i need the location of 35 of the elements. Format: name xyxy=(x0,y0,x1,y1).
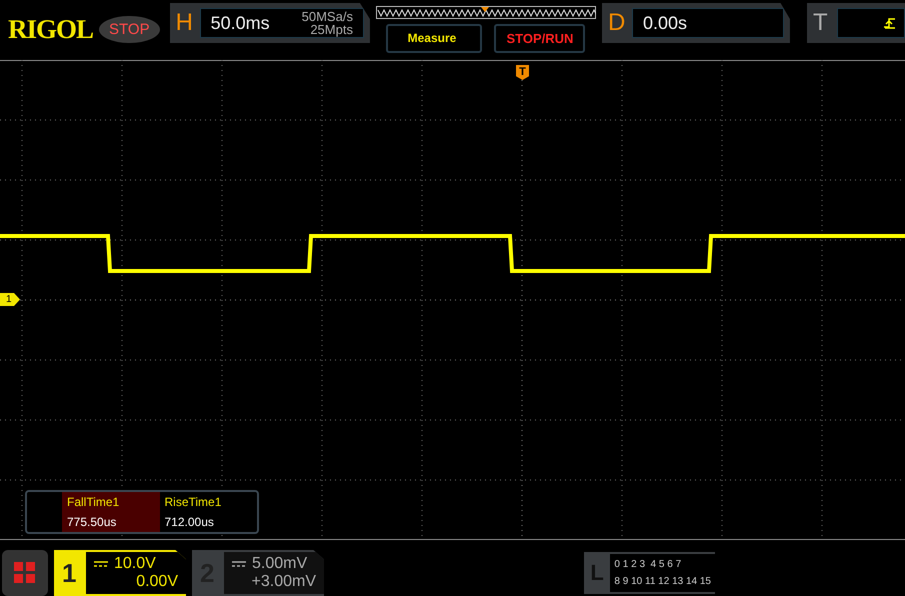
channel-panel[interactable]: 1 10.0V 0.00V xyxy=(54,550,186,596)
delay-label: D xyxy=(608,9,626,37)
horizontal-label: H xyxy=(176,9,194,37)
measurement-name: RiseTime1 xyxy=(164,495,222,509)
stop-run-button[interactable]: STOP/RUN xyxy=(494,24,586,52)
trigger-panel[interactable]: T xyxy=(807,3,905,43)
channel-level-marker[interactable]: 1 xyxy=(0,293,20,306)
brand-logo: RIGOL xyxy=(8,14,94,44)
measurement-value: 775.50us xyxy=(67,515,118,529)
memory-depth: 25Mpts xyxy=(310,23,353,36)
dc-coupling-icon xyxy=(94,561,108,567)
rising-edge-icon xyxy=(884,17,896,29)
delay-value: 0.00s xyxy=(642,12,687,34)
sample-rate: 50MSa/s xyxy=(302,10,353,23)
measurement-item[interactable]: FallTime1 775.50us xyxy=(62,492,160,532)
measure-button[interactable]: Measure xyxy=(386,24,482,52)
logic-channel-numbers: 8 9 10 11 12 13 14 15 xyxy=(614,575,711,589)
channel-scale: 10.0V xyxy=(114,555,156,573)
trigger-label: T xyxy=(813,9,829,37)
timebase-value: 50.0ms xyxy=(210,12,270,34)
channel-number: 1 xyxy=(62,558,78,588)
channel-offset: 0.00V xyxy=(136,573,178,591)
measurement-item[interactable]: RiseTime1 712.00us xyxy=(160,492,257,532)
measurement-name: FallTime1 xyxy=(67,495,120,509)
measurement-value: 712.00us xyxy=(164,515,215,529)
channel-scale: 5.00mV xyxy=(252,555,308,573)
delay-panel[interactable]: D 0.00s xyxy=(602,3,790,43)
menu-button[interactable] xyxy=(2,550,48,596)
dc-coupling-icon xyxy=(232,561,246,567)
horizontal-panel[interactable]: H 50.0ms 50MSa/s 25Mpts xyxy=(170,3,370,43)
channel-offset: +3.00mV xyxy=(252,573,316,591)
run-state-badge: STOP xyxy=(99,16,160,42)
grid-menu-icon xyxy=(14,562,36,584)
logic-channel-numbers: 0 1 2 3 4 5 6 7 xyxy=(614,558,682,572)
trigger-position-marker[interactable]: T xyxy=(516,65,529,80)
